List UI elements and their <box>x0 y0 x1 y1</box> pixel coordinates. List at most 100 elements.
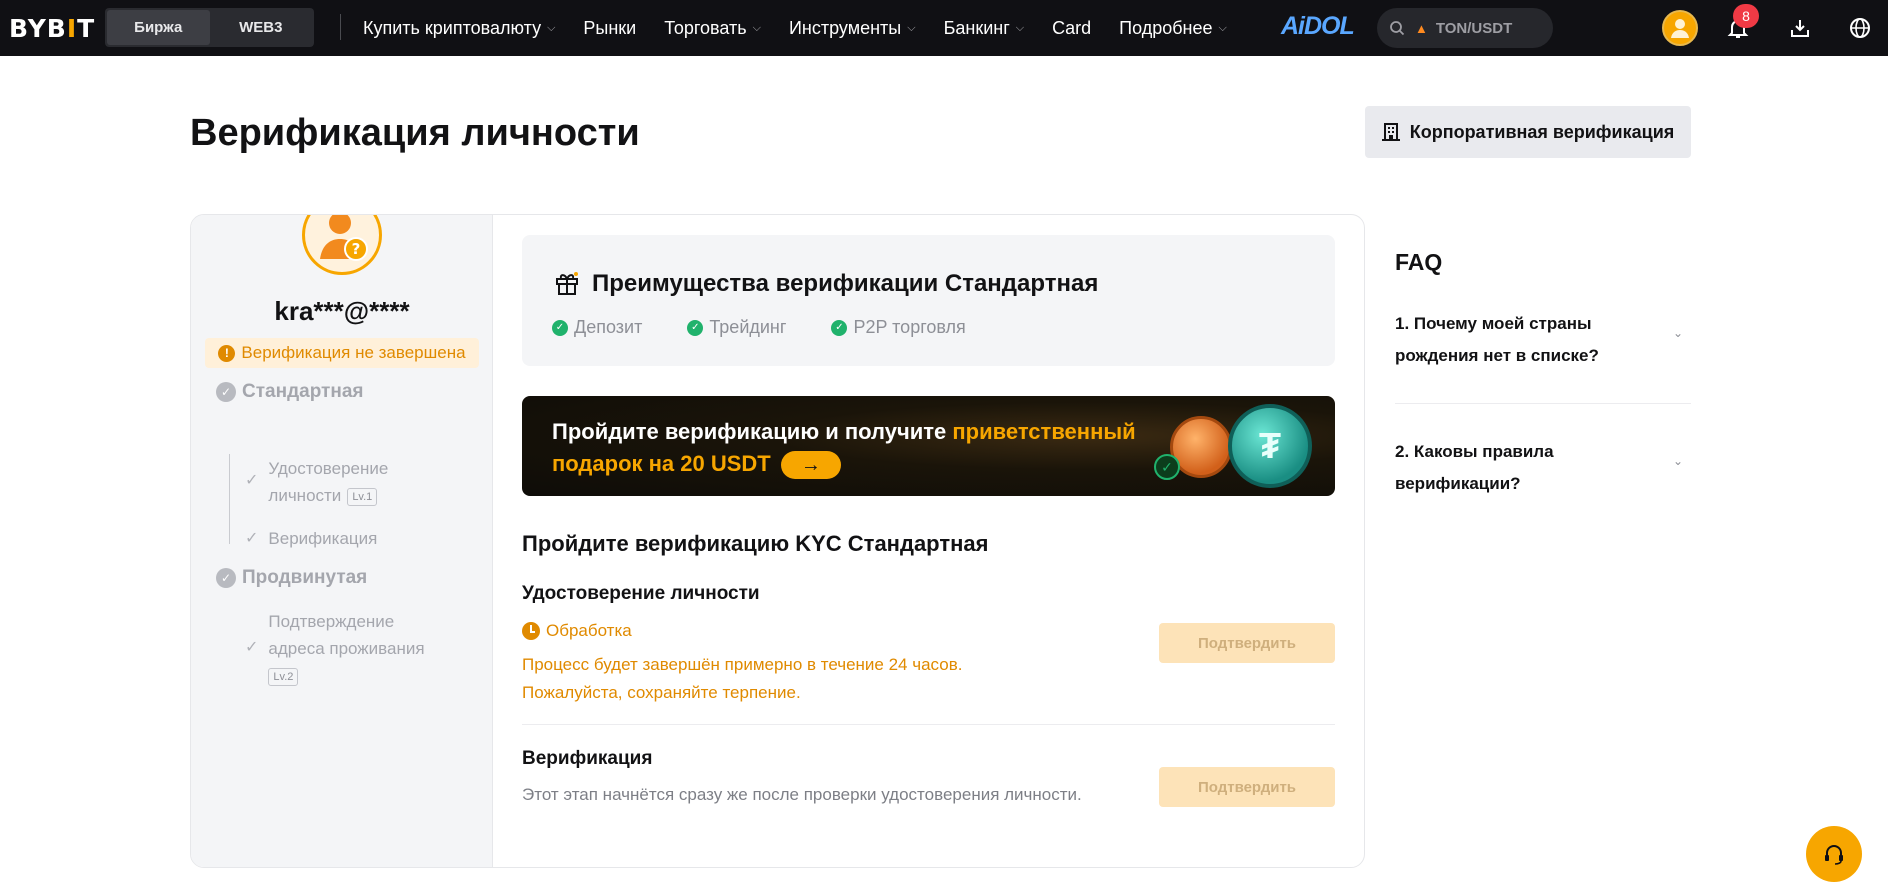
promo-text: Пройдите верификацию и получите приветст… <box>552 416 1172 480</box>
bybit-logo[interactable]: BYBIT <box>9 14 95 43</box>
check-icon: ✓ <box>245 639 259 656</box>
perk-item: ✓ Депозит <box>552 317 642 338</box>
substep-identity-line2: личности <box>268 486 342 505</box>
headset-icon <box>1825 845 1843 865</box>
globe-icon <box>1850 18 1870 38</box>
warning-icon: ! <box>218 344 236 362</box>
language-button[interactable] <box>1842 10 1878 46</box>
chevron-down-icon: ⌄ <box>1672 454 1683 468</box>
faq-title: FAQ <box>1395 249 1443 275</box>
check-circle-icon: ✓ <box>216 568 236 588</box>
chevron-down-icon: ⌵ <box>752 21 761 34</box>
check-icon: ✓ <box>245 472 259 489</box>
faq-item[interactable]: 2. Каковы правила верификации? ⌄ <box>1395 436 1691 500</box>
download-icon <box>1791 20 1809 37</box>
chevron-down-icon: ⌵ <box>1015 21 1025 34</box>
faq-question: 1. Почему моей страны рождения нет в спи… <box>1395 314 1599 365</box>
level-advanced-label: Продвинутая <box>242 567 368 588</box>
verification-step-title: Верификация <box>522 748 653 769</box>
benefits-title: Преимущества верификации Стандартная <box>592 270 1099 297</box>
level-advanced: ✓ Продвинутая <box>216 567 367 589</box>
level-standard: ✓ Стандартная <box>216 381 364 403</box>
nav-card[interactable]: Card <box>1052 18 1091 39</box>
arrow-right-icon[interactable]: → <box>780 451 841 480</box>
faq-item[interactable]: 1. Почему моей страны рождения нет в спи… <box>1395 308 1691 372</box>
check-circle-icon: ✓ <box>687 319 704 336</box>
check-circle-icon: ✓ <box>552 319 568 336</box>
nav-divider <box>340 14 341 40</box>
status-text: Верификация не завершена <box>241 343 466 362</box>
page-title: Верификация личности <box>190 112 640 154</box>
divider <box>522 724 1335 725</box>
corporate-verification-button[interactable]: Корпоративная верификация <box>1365 106 1691 158</box>
chevron-down-icon: ⌄ <box>1672 326 1683 340</box>
check-icon: ✓ <box>1154 454 1180 480</box>
promo-banner[interactable]: Пройдите верификацию и получите приветст… <box>522 396 1335 496</box>
identity-step-title: Удостоверение личности <box>522 583 760 604</box>
nav-markets[interactable]: Рынки <box>583 18 636 39</box>
perks-list: ✓ Депозит ✓ Трейдинг ✓ P2P торговля <box>552 317 966 338</box>
check-circle-icon: ✓ <box>216 382 236 402</box>
support-chat-button[interactable] <box>1806 826 1862 882</box>
nav-trade[interactable]: Торговать ⌵ <box>664 18 761 39</box>
username: kra***@**** <box>274 296 410 326</box>
substep-address: ✓ Подтверждение адреса проживания Lv.2 <box>245 608 425 689</box>
unverified-user-icon: ? <box>320 215 368 261</box>
building-icon <box>1381 123 1400 141</box>
faq-question: 2. Каковы правила верификации? <box>1395 442 1554 493</box>
processing-status: Обработка <box>522 621 632 641</box>
processing-note: Процесс будет завершён примерно в течени… <box>522 655 963 702</box>
substep-identity: ✓ Удостоверение личности Lv.1 <box>245 455 388 509</box>
confirm-identity-button[interactable]: Подтвердить <box>1159 623 1335 663</box>
check-icon: ✓ <box>245 530 259 547</box>
benefits-panel: Преимущества верификации Стандартная ✓ Де… <box>522 235 1335 366</box>
verification-sidebar: ? kra***@**** ! Верификация не завершена… <box>191 215 493 867</box>
nav-buy-crypto[interactable]: Купить криптовалюту ⌵ <box>363 18 555 39</box>
chevron-down-icon: ⌵ <box>1218 21 1227 34</box>
clock-icon <box>522 622 540 640</box>
search-suggestion: TON/USDT <box>1435 19 1513 37</box>
user-avatar-button[interactable] <box>1662 10 1698 46</box>
substep-address-line1: Подтверждение <box>268 612 395 631</box>
nav-banking[interactable]: Банкинг ⌵ <box>944 18 1025 39</box>
level-badge: Lv.1 <box>347 487 378 506</box>
step-connector <box>229 454 230 544</box>
substep-verification: ✓ Верификация <box>245 525 377 552</box>
usdt-coin-icon: ₮ <box>1228 404 1312 488</box>
tab-web3[interactable]: WEB3 <box>210 10 313 45</box>
top-navigation: BYBIT Биржа WEB3 Купить криптовалюту ⌵ Ры… <box>0 0 1888 56</box>
nav-tools[interactable]: Инструменты ⌵ <box>789 18 916 39</box>
confirm-verification-button[interactable]: Подтвердить <box>1159 767 1335 807</box>
exchange-web3-switch: Биржа WEB3 <box>105 8 314 47</box>
chevron-down-icon: ⌵ <box>907 21 916 34</box>
notification-count-badge: 8 <box>1733 4 1759 28</box>
user-icon <box>1671 19 1689 38</box>
substep-identity-line1: Удостоверение <box>268 459 389 478</box>
search-input[interactable]: ▲ TON/USDT <box>1377 8 1553 48</box>
divider <box>1395 403 1691 404</box>
main-nav: Купить криптовалюту ⌵ Рынки Торговать ⌵ Ин… <box>363 0 1255 56</box>
svg-text:?: ? <box>352 240 361 258</box>
fire-icon: ▲ <box>1415 20 1428 36</box>
level-badge: Lv.2 <box>268 667 299 686</box>
status-badge: ! Верификация не завершена <box>205 338 479 368</box>
verification-card: ? kra***@**** ! Верификация не завершена… <box>190 214 1365 868</box>
check-circle-icon: ✓ <box>831 319 848 336</box>
level-standard-label: Стандартная <box>242 381 364 402</box>
search-icon <box>1390 21 1405 36</box>
avatar: ? <box>302 215 382 275</box>
gift-icon <box>554 270 580 303</box>
processing-label: Обработка <box>546 621 632 640</box>
verification-note: Этот этап начнётся сразу же после провер… <box>522 785 1082 804</box>
substep-address-line2: адреса проживания <box>268 639 425 658</box>
download-app-button[interactable] <box>1782 10 1818 46</box>
chevron-down-icon: ⌵ <box>547 21 556 34</box>
aidol-logo[interactable]: AiDOL <box>1281 12 1355 41</box>
perk-item: ✓ P2P торговля <box>831 317 966 338</box>
tab-exchange[interactable]: Биржа <box>107 10 210 45</box>
perk-item: ✓ Трейдинг <box>687 317 786 338</box>
substep-verification-label: Верификация <box>268 529 378 548</box>
nav-more[interactable]: Подробнее ⌵ <box>1119 18 1227 39</box>
corporate-verification-label: Корпоративная верификация <box>1409 121 1675 142</box>
kyc-section-title: Пройдите верификацию KYC Стандартная <box>522 531 989 556</box>
